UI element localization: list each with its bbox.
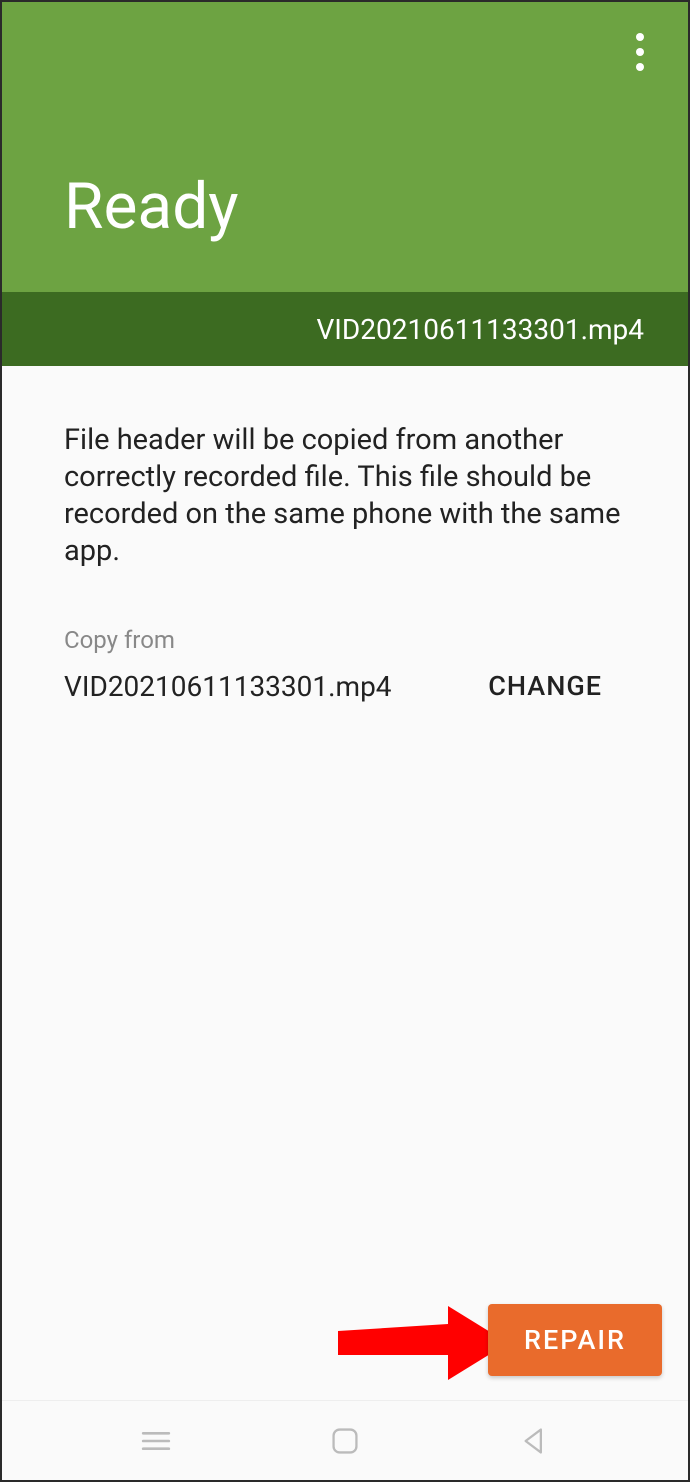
app-header: Ready (2, 2, 688, 292)
recent-apps-icon[interactable] (135, 1420, 177, 1462)
overflow-menu-button[interactable] (620, 32, 660, 72)
change-button[interactable]: CHANGE (480, 662, 626, 710)
dot-icon (636, 63, 644, 71)
home-icon[interactable] (324, 1420, 366, 1462)
back-icon[interactable] (513, 1420, 555, 1462)
copy-from-row: VID20210611133301.mp4 CHANGE (64, 662, 626, 710)
description-text: File header will be copied from another … (64, 422, 626, 570)
repair-button[interactable]: REPAIR (488, 1304, 662, 1376)
copy-from-filename: VID20210611133301.mp4 (64, 670, 392, 703)
navigation-bar (2, 1400, 688, 1480)
filename-bar: VID20210611133301.mp4 (2, 292, 688, 366)
main-content: File header will be copied from another … (2, 366, 688, 1400)
page-title: Ready (64, 169, 688, 244)
dot-icon (636, 33, 644, 41)
copy-from-label: Copy from (64, 626, 626, 654)
current-filename: VID20210611133301.mp4 (316, 313, 644, 346)
dot-icon (636, 48, 644, 56)
